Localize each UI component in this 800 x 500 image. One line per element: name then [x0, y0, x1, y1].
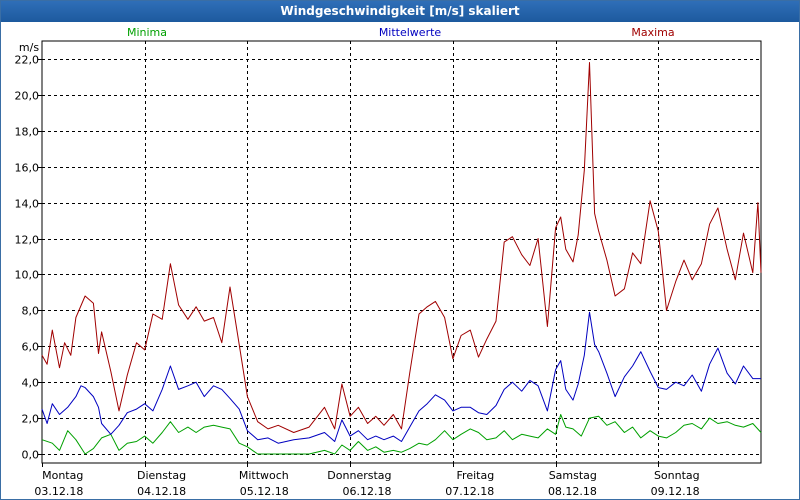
legend-maxima: Maxima	[631, 26, 674, 39]
x-tick-date: 07.12.18	[445, 485, 494, 498]
line-chart: 0,0 2,0 4,0 6,0 8,0 10,0 12,0 14,0 16,0 18,0 20,0 2…	[15, 26, 762, 498]
y-tick-label: 0,0	[22, 449, 40, 462]
x-tick-weekday: Mittwoch	[239, 469, 289, 482]
y-tick-label: 6,0	[22, 341, 40, 354]
y-tick-label: 22,0	[15, 54, 40, 67]
y-tick-label: 2,0	[22, 413, 40, 426]
y-tick-label: 16,0	[15, 162, 40, 175]
y-axis-unit-label: m/s	[19, 41, 39, 54]
x-tick-date: 05.12.18	[240, 485, 289, 498]
x-tick-weekday: Samstag	[549, 469, 597, 482]
x-tick-date: 09.12.18	[651, 485, 700, 498]
y-axis-ticks: 0,0 2,0 4,0 6,0 8,0 10,0 12,0 14,0 16,0 18,0 20,0 2…	[15, 54, 42, 462]
x-tick-date: 03.12.18	[34, 485, 83, 498]
y-tick-label: 18,0	[15, 126, 40, 139]
x-tick-weekday: Montag	[42, 469, 83, 482]
x-tick-date: 06.12.18	[343, 485, 392, 498]
plot-area	[41, 40, 762, 464]
x-tick-weekday: Donnerstag	[327, 469, 391, 482]
x-tick-weekday: Freitag	[457, 469, 495, 482]
x-tick-weekday: Sonntag	[654, 469, 700, 482]
legend-minima: Minima	[127, 26, 167, 39]
legend-mittelwerte: Mittelwerte	[379, 26, 442, 39]
chart-window: Windgeschwindigkeit [m/s] skaliert 0,0 2,…	[0, 0, 800, 500]
x-axis-ticks: Montag 03.12.18 Dienstag 04.12.18 Mittwoch 05…	[34, 463, 700, 498]
y-tick-label: 4,0	[22, 377, 40, 390]
y-tick-label: 12,0	[15, 234, 40, 247]
x-tick-date: 04.12.18	[137, 485, 186, 498]
y-tick-label: 8,0	[22, 305, 40, 318]
x-tick-date: 08.12.18	[548, 485, 597, 498]
y-tick-label: 20,0	[15, 90, 40, 103]
y-tick-label: 14,0	[15, 198, 40, 211]
y-tick-label: 10,0	[15, 269, 40, 282]
x-tick-weekday: Dienstag	[137, 469, 186, 482]
